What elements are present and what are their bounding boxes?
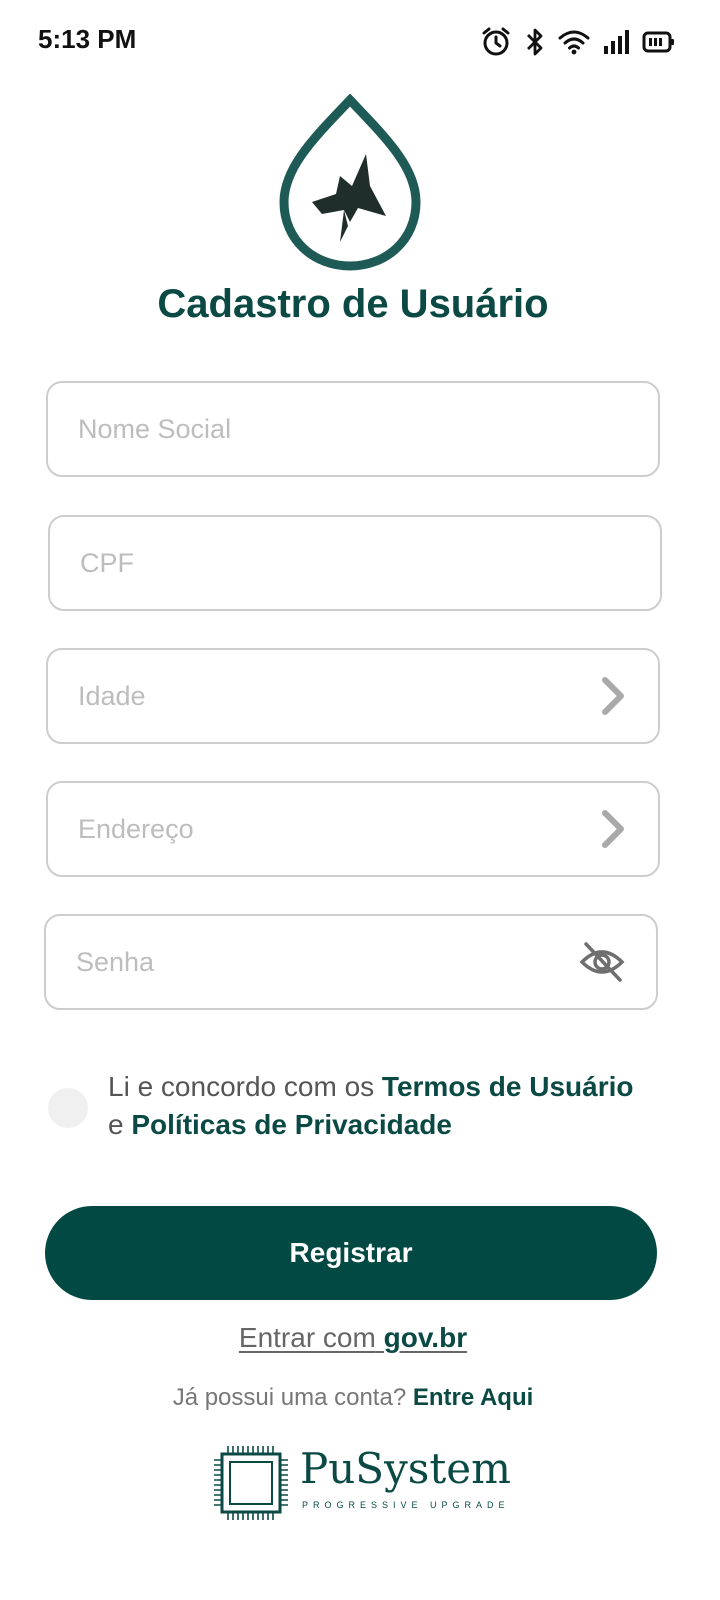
brand-footer: PuSystem PROGRESSIVE UPGRADE xyxy=(210,1442,511,1524)
terms-of-use-link[interactable]: Termos de Usuário xyxy=(382,1071,634,1102)
eye-off-icon[interactable] xyxy=(578,938,626,986)
idade-field[interactable] xyxy=(46,648,660,744)
page-title: Cadastro de Usuário xyxy=(157,282,549,326)
login-prompt: Já possui uma conta? Entre Aqui xyxy=(0,1384,706,1412)
terms-prefix: Li e concordo com os xyxy=(108,1071,375,1102)
brand-tagline: PROGRESSIVE UPGRADE xyxy=(302,1500,510,1510)
app-logo xyxy=(278,93,422,272)
nome-social-field[interactable] xyxy=(46,381,660,477)
cpf-input[interactable] xyxy=(80,517,560,609)
wifi-icon xyxy=(558,28,590,56)
register-button[interactable]: Registrar xyxy=(45,1206,657,1300)
terms-connector: e xyxy=(108,1109,124,1140)
endereco-input[interactable] xyxy=(78,783,558,875)
govbr-prefix: Entrar com xyxy=(238,1322,376,1353)
chevron-right-icon[interactable] xyxy=(588,672,636,720)
govbr-login-link[interactable]: Entrar com gov.br xyxy=(239,1322,467,1353)
signal-icon xyxy=(602,28,630,56)
battery-icon xyxy=(642,30,676,54)
govbr-login: Entrar com gov.br xyxy=(0,1322,706,1354)
chevron-right-icon[interactable] xyxy=(588,805,636,853)
status-bar: 5:13 PM xyxy=(0,0,720,84)
chip-icon xyxy=(210,1442,292,1524)
status-icons xyxy=(480,22,676,62)
nome-social-input[interactable] xyxy=(78,383,558,475)
alarm-icon xyxy=(480,26,512,58)
terms-text: Li e concordo com os Termos de Usuário e… xyxy=(108,1068,678,1144)
senha-field[interactable] xyxy=(44,914,658,1010)
idade-input[interactable] xyxy=(78,650,558,742)
terms-checkbox[interactable] xyxy=(48,1088,88,1128)
govbr-brand: gov.br xyxy=(383,1322,468,1353)
login-link[interactable]: Entre Aqui xyxy=(413,1384,533,1411)
privacy-policy-link[interactable]: Políticas de Privacidade xyxy=(131,1109,452,1140)
endereco-field[interactable] xyxy=(46,781,660,877)
senha-input[interactable] xyxy=(76,916,556,1008)
cpf-field[interactable] xyxy=(48,515,662,611)
status-time: 5:13 PM xyxy=(38,24,137,54)
drop-with-bird-logo xyxy=(279,93,421,271)
brand-name: PuSystem xyxy=(300,1444,511,1493)
bluetooth-icon xyxy=(524,26,546,58)
login-question: Já possui uma conta? xyxy=(172,1384,407,1411)
